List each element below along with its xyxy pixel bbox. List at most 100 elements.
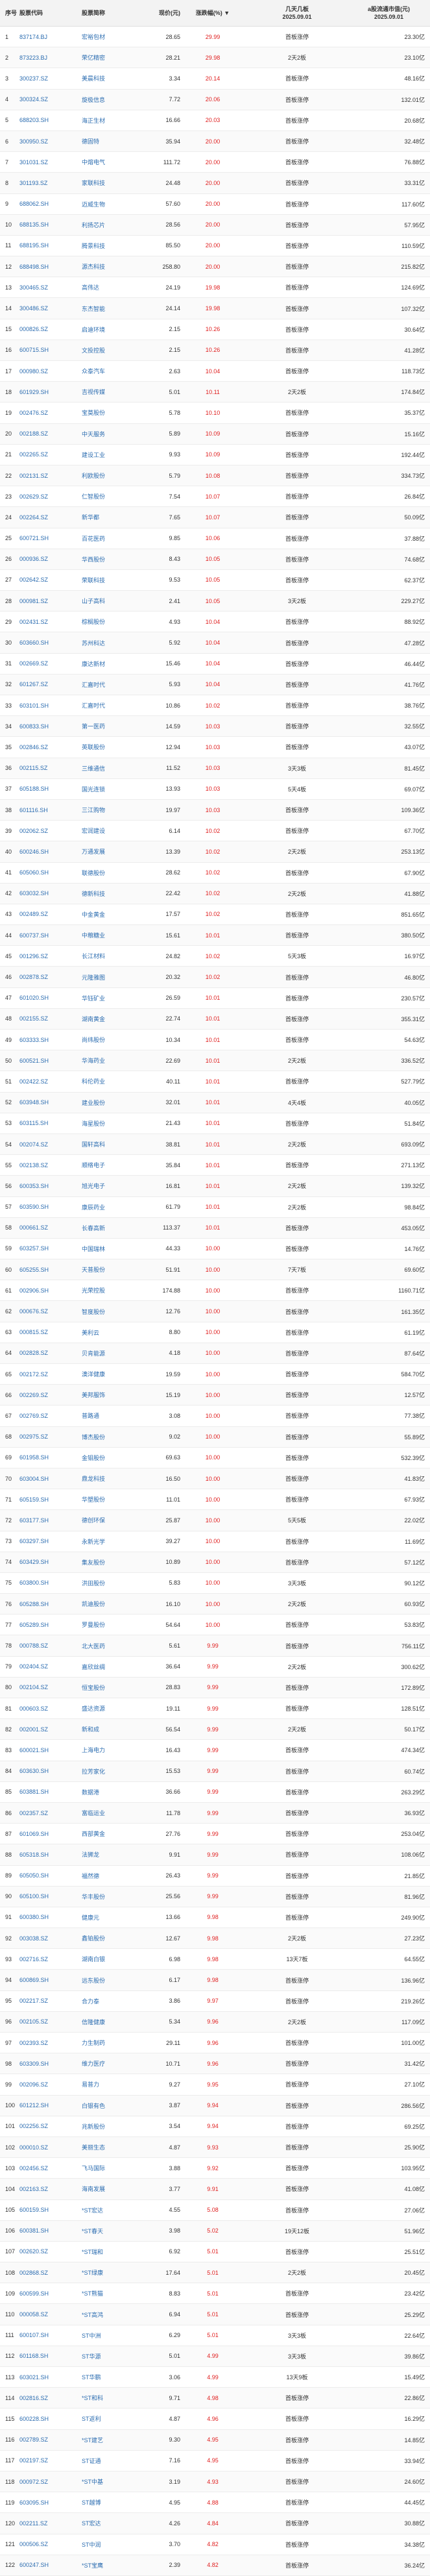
stock-name-link[interactable]: 家联科技: [82, 179, 139, 187]
stock-code-link[interactable]: 002975.SZ: [19, 1433, 82, 1440]
table-row[interactable]: 70 603004.SH 鼎龙科技 16.50 10.00 首板涨停 41.83亿: [0, 1468, 430, 1490]
stock-code-link[interactable]: 000661.SZ: [19, 1224, 82, 1231]
table-row[interactable]: 61 002906.SH 光荣控股 174.88 10.00 首板涨停 1160.71亿: [0, 1280, 430, 1302]
stock-code-link[interactable]: 002188.SZ: [19, 430, 82, 437]
table-row[interactable]: 91 600380.SH 健康元 13.66 9.98 首板涨停 249.90亿: [0, 1907, 430, 1929]
stock-name-link[interactable]: 高伟达: [82, 283, 139, 291]
stock-name-link[interactable]: 文投控股: [82, 346, 139, 354]
stock-name-link[interactable]: *ST瑞和: [82, 2248, 139, 2256]
stock-name-link[interactable]: ST证通: [82, 2457, 139, 2465]
stock-name-link[interactable]: 远东股份: [82, 1976, 139, 1985]
stock-name-link[interactable]: 金钼股份: [82, 1454, 139, 1462]
stock-code-link[interactable]: 002878.SZ: [19, 974, 82, 980]
stock-code-link[interactable]: 000972.SZ: [19, 2479, 82, 2485]
stock-code-link[interactable]: 601958.SH: [19, 1454, 82, 1461]
stock-code-link[interactable]: 301193.SZ: [19, 180, 82, 186]
table-row[interactable]: 62 000676.SZ 智度股份 12.76 10.00 首板涨停 161.35亿: [0, 1301, 430, 1322]
stock-name-link[interactable]: *ST中基: [82, 2477, 139, 2486]
stock-name-link[interactable]: 建设工业: [82, 451, 139, 459]
table-row[interactable]: 20 002188.SZ 中天服务 5.89 10.09 首板涨停 15.16亿: [0, 423, 430, 445]
stock-name-link[interactable]: 罗曼股份: [82, 1620, 139, 1629]
stock-code-link[interactable]: 601116.SH: [19, 807, 82, 813]
table-row[interactable]: 78 000788.SZ 北大医药 5.61 9.99 首板涨停 756.11亿: [0, 1635, 430, 1657]
stock-name-link[interactable]: ST返利: [82, 2414, 139, 2423]
stock-code-link[interactable]: 605288.SH: [19, 1601, 82, 1607]
stock-code-link[interactable]: 002155.SZ: [19, 1015, 82, 1022]
stock-code-link[interactable]: 600246.SH: [19, 848, 82, 855]
table-row[interactable]: 113 603021.SH ST华鹏 3.06 4.99 13天9板 15.49亿: [0, 2367, 430, 2388]
stock-name-link[interactable]: 新华都: [82, 513, 139, 521]
stock-name-link[interactable]: 中天服务: [82, 430, 139, 438]
stock-name-link[interactable]: 集友股份: [82, 1558, 139, 1567]
stock-code-link[interactable]: 000980.SZ: [19, 368, 82, 375]
table-row[interactable]: 95 002217.SZ 合力泰 3.86 9.97 首板涨停 219.26亿: [0, 1991, 430, 2012]
stock-name-link[interactable]: *ST高鸿: [82, 2310, 139, 2319]
table-row[interactable]: 22 002131.SZ 利欧股份 5.79 10.08 首板涨停 334.73亿: [0, 465, 430, 487]
stock-code-link[interactable]: 002269.SZ: [19, 1392, 82, 1398]
stock-code-link[interactable]: 000603.SZ: [19, 1705, 82, 1712]
stock-code-link[interactable]: 601069.SH: [19, 1831, 82, 1837]
stock-name-link[interactable]: 华塑股份: [82, 1495, 139, 1504]
stock-name-link[interactable]: 飞马国际: [82, 2164, 139, 2172]
stock-name-link[interactable]: 汇嘉时代: [82, 701, 139, 710]
table-row[interactable]: 15 000826.SZ 启迪环境 2.15 10.26 首板涨停 30.64亿: [0, 319, 430, 340]
table-row[interactable]: 21 002265.SZ 建设工业 9.93 10.09 首板涨停 192.44亿: [0, 445, 430, 465]
table-row[interactable]: 96 002105.SZ 信隆健康 5.34 9.96 2天2板 117.09亿: [0, 2011, 430, 2033]
table-row[interactable]: 112 601168.SH ST华源 5.01 4.99 3天3板 39.86亿: [0, 2346, 430, 2367]
table-row[interactable]: 26 000936.SZ 华西股份 8.43 10.05 首板涨停 74.68亿: [0, 549, 430, 570]
stock-code-link[interactable]: 000676.SZ: [19, 1308, 82, 1315]
stock-name-link[interactable]: 天普股份: [82, 1265, 139, 1274]
stock-code-link[interactable]: 002906.SH: [19, 1287, 82, 1294]
table-row[interactable]: 48 002155.SZ 湖南黄金 22.74 10.01 首板涨停 355.31亿: [0, 1008, 430, 1030]
stock-code-link[interactable]: 601267.SZ: [19, 681, 82, 687]
stock-code-link[interactable]: 873223.BJ: [19, 55, 82, 61]
stock-code-link[interactable]: 600715.SH: [19, 347, 82, 353]
stock-name-link[interactable]: 海南发展: [82, 2185, 139, 2193]
stock-name-link[interactable]: ST中润: [82, 2540, 139, 2549]
table-row[interactable]: 82 002001.SZ 新和成 56.54 9.99 2天2板 50.17亿: [0, 1719, 430, 1740]
table-row[interactable]: 40 600246.SH 万通发展 13.39 10.02 2天2板 253.13亿: [0, 841, 430, 863]
stock-name-link[interactable]: 德创环保: [82, 1516, 139, 1524]
stock-code-link[interactable]: 301031.SZ: [19, 159, 82, 166]
stock-name-link[interactable]: 中熔电气: [82, 158, 139, 166]
table-row[interactable]: 114 002816.SZ *ST和科 9.71 4.98 首板涨停 22.86亿: [0, 2388, 430, 2409]
stock-code-link[interactable]: 002001.SZ: [19, 1726, 82, 1733]
stock-code-link[interactable]: 605318.SH: [19, 1852, 82, 1858]
stock-code-link[interactable]: 603660.SH: [19, 639, 82, 646]
stock-name-link[interactable]: 美丽生态: [82, 2143, 139, 2151]
header-name[interactable]: 股票简称: [82, 9, 139, 17]
table-row[interactable]: 89 605050.SH 福然德 26.43 9.99 首板涨停 21.85亿: [0, 1866, 430, 1887]
stock-name-link[interactable]: ST华源: [82, 2352, 139, 2360]
table-row[interactable]: 6 300950.SZ 德固特 35.94 20.00 首板涨停 32.48亿: [0, 130, 430, 153]
stock-name-link[interactable]: 荣联科技: [82, 576, 139, 584]
stock-name-link[interactable]: 数据港: [82, 1788, 139, 1796]
stock-name-link[interactable]: 华丰股份: [82, 1892, 139, 1901]
stock-code-link[interactable]: 600107.SH: [19, 2332, 82, 2338]
table-row[interactable]: 58 000661.SZ 长春高新 113.37 10.01 首板涨停 453.05亿: [0, 1217, 430, 1239]
stock-code-link[interactable]: 605255.SH: [19, 1267, 82, 1273]
table-row[interactable]: 27 002642.SZ 荣联科技 9.53 10.05 首板涨停 62.37亿: [0, 570, 430, 591]
table-row[interactable]: 121 000506.SZ ST中润 3.70 4.82 首板涨停 34.38亿: [0, 2534, 430, 2555]
stock-code-link[interactable]: 002172.SZ: [19, 1371, 82, 1378]
table-row[interactable]: 103 002456.SZ 飞马国际 3.88 9.92 首板涨停 103.95亿: [0, 2158, 430, 2179]
table-row[interactable]: 71 605159.SH 华塑股份 11.01 10.00 首板涨停 67.93亿: [0, 1489, 430, 1511]
table-row[interactable]: 42 603032.SH 德新科技 22.42 10.02 2天2板 41.88亿: [0, 883, 430, 904]
stock-name-link[interactable]: 永新光学: [82, 1537, 139, 1546]
table-row[interactable]: 115 600228.SH ST返利 4.87 4.96 首板涨停 16.29亿: [0, 2409, 430, 2430]
table-row[interactable]: 13 300465.SZ 高伟达 24.19 19.98 首板涨停 124.69亿: [0, 277, 430, 299]
stock-code-link[interactable]: 002062.SZ: [19, 828, 82, 834]
stock-code-link[interactable]: 603309.SH: [19, 2061, 82, 2067]
table-row[interactable]: 55 002138.SZ 顺络电子 35.84 10.01 首板涨停 271.13亿: [0, 1155, 430, 1176]
stock-name-link[interactable]: 中粮糖业: [82, 931, 139, 939]
stock-name-link[interactable]: 启迪环境: [82, 325, 139, 334]
table-row[interactable]: 119 603095.SH ST越博 4.95 4.88 首板涨停 44.45亿: [0, 2492, 430, 2514]
table-row[interactable]: 73 603297.SH 永新光学 39.27 10.00 首板涨停 11.69亿: [0, 1531, 430, 1552]
stock-code-link[interactable]: 600721.SH: [19, 535, 82, 541]
table-row[interactable]: 34 600833.SH 第一医药 14.59 10.03 首板涨停 32.55亿: [0, 716, 430, 737]
stock-name-link[interactable]: 宝莫股份: [82, 408, 139, 417]
stock-code-link[interactable]: 688062.SH: [19, 201, 82, 207]
stock-name-link[interactable]: 长江材料: [82, 952, 139, 960]
stock-code-link[interactable]: 300950.SZ: [19, 138, 82, 145]
table-row[interactable]: 46 002878.SZ 元隆雅图 20.32 10.02 首板涨停 46.80亿: [0, 967, 430, 988]
stock-code-link[interactable]: 603095.SH: [19, 2499, 82, 2506]
